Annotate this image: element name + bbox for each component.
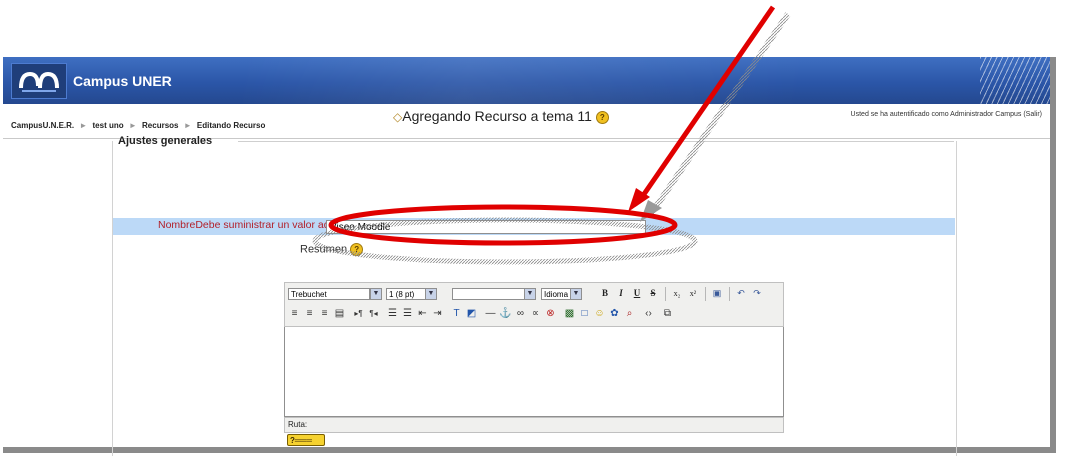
breadcrumb-home[interactable]: CampusU.N.E.R. [11,121,74,130]
site-header: Campus UNER [3,57,1050,104]
site-logo[interactable] [11,63,67,99]
indent-icon[interactable]: ⇥ [431,307,444,320]
page-title-text: Agregando Recurso a tema 11 [402,108,592,124]
site-name[interactable]: Campus UNER [73,73,172,89]
name-label: NombreDebe suministrar un valor aquí [158,219,339,231]
horizontal-rule-icon[interactable]: — [484,307,497,320]
breadcrumb-separator: ► [183,121,192,130]
unordered-list-icon[interactable]: ☰ [401,307,414,320]
italic-button[interactable]: I [615,287,627,300]
nolink-icon[interactable]: ⊗ [544,307,557,320]
editor-path-bar: Ruta: [284,417,784,433]
editor-help-button[interactable]: ?═══ [287,434,325,446]
fullscreen-icon[interactable]: ⧉ [661,307,674,320]
strikethrough-button[interactable]: S [647,287,659,300]
toolbar-divider [665,287,666,301]
resource-icon: ◇ [393,110,403,124]
login-info: Usted se ha autentificado como Administr… [851,111,1042,118]
background-color-icon[interactable]: ◩ [465,307,478,320]
font-size-select[interactable]: 1 (8 pt) [386,288,426,300]
summary-label: Resumen ? [300,243,364,256]
font-family-select[interactable]: Trebuchet [288,288,370,300]
ltr-icon[interactable]: ▸¶ [352,307,365,320]
page-title: ◇Agregando Recurso a tema 11 ? [393,108,609,124]
justify-icon[interactable]: ▤ [333,307,346,320]
editor-textarea[interactable] [284,327,784,417]
header-decoration [980,57,1050,104]
breadcrumb-current: Editando Recurso [196,121,266,130]
breadcrumb: CampusU.N.E.R. ► test uno ► Recursos ► E… [11,121,265,130]
logo-mark-icon [19,71,59,92]
summary-help-icon[interactable]: ? [350,243,364,256]
summary-label-text: Resumen [300,243,348,256]
smiley-icon[interactable]: ☺ [593,307,606,320]
breadcrumb-separator: ► [79,121,88,130]
toolbar-divider [729,287,730,301]
breadcrumb-course[interactable]: test uno [93,121,124,130]
align-center-icon[interactable]: ≡ [303,307,316,320]
header-shine [243,57,803,104]
user-link[interactable]: Administrador Campus [950,111,1021,118]
toolbar-divider [705,287,706,301]
breadcrumb-resources[interactable]: Recursos [142,121,178,130]
align-right-icon[interactable]: ≡ [318,307,331,320]
clean-word-icon[interactable]: ▣ [711,287,723,300]
chevron-down-icon[interactable]: ▼ [570,288,582,300]
logout-link[interactable]: (Salir) [1023,111,1042,118]
text-color-icon[interactable]: T [450,307,463,320]
search-replace-icon[interactable]: ⌕ [623,307,636,320]
breadcrumb-separator: ► [128,121,137,130]
html-source-icon[interactable]: ‹› [642,307,655,320]
fieldset-legend[interactable]: Ajustes generales [118,135,212,147]
help-icon[interactable]: ? [595,110,609,124]
align-left-icon[interactable]: ≡ [288,307,301,320]
ordered-list-icon[interactable]: ☰ [386,307,399,320]
chevron-down-icon[interactable]: ▼ [370,288,382,300]
link-icon[interactable]: ∞ [514,307,527,320]
anchor-icon[interactable]: ⚓ [499,307,512,320]
format-select[interactable] [452,288,525,300]
editor-toolbar: Trebuchet ▼ 1 (8 pt) ▼ ▼ Idioma ▼ B I U … [284,282,784,327]
redo-icon[interactable]: ↷ [751,287,763,300]
chevron-down-icon[interactable]: ▼ [425,288,437,300]
unlink-icon[interactable]: ∝ [529,307,542,320]
language-select[interactable]: Idioma [541,288,571,300]
superscript-icon[interactable]: x² [687,287,699,300]
rtl-icon[interactable]: ¶◂ [367,307,380,320]
underline-button[interactable]: U [631,287,643,300]
outdent-icon[interactable]: ⇤ [416,307,429,320]
bold-button[interactable]: B [599,287,611,300]
undo-icon[interactable]: ↶ [735,287,747,300]
chevron-down-icon[interactable]: ▼ [524,288,536,300]
name-input[interactable] [326,220,646,234]
subscript-icon[interactable]: x₂ [671,287,683,300]
insert-image-icon[interactable]: ▩ [563,307,576,320]
login-text: Usted se ha autentificado como [850,111,949,118]
special-char-icon[interactable]: ✿ [608,307,621,320]
html-editor: Trebuchet ▼ 1 (8 pt) ▼ ▼ Idioma ▼ B I U … [284,282,784,450]
fieldset-divider [238,141,954,142]
insert-table-icon[interactable]: □ [578,307,591,320]
